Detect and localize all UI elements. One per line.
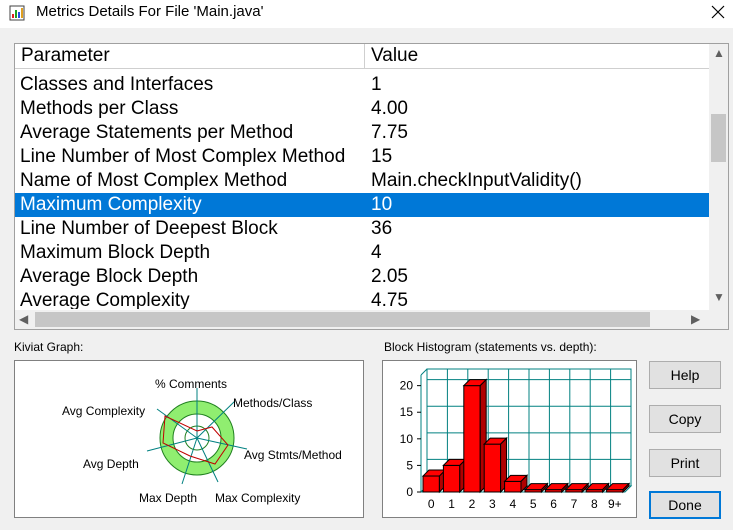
column-header-parameter[interactable]: Parameter [15, 44, 365, 68]
table-row[interactable]: Line Number of Most Complex Method 15 [15, 145, 710, 169]
histogram-y-tick-label: 10 [400, 432, 414, 446]
parameter-cell: Maximum Block Depth [20, 242, 211, 263]
histogram-bar [504, 480, 522, 493]
value-cell: 10 [371, 194, 393, 215]
kiviat-axis-max-complexity: Max Complexity [215, 491, 300, 505]
table-row[interactable]: Classes and Interfaces 1 [15, 73, 710, 97]
horizontal-scroll-thumb[interactable] [35, 312, 650, 327]
histogram-bar [442, 464, 461, 493]
scroll-left-icon[interactable]: ◀ [19, 312, 28, 326]
kiviat-axis-avg-stmts: Avg Stmts/Method [244, 448, 342, 462]
parameter-cell: Average Block Depth [20, 266, 199, 287]
table-row[interactable]: Maximum Complexity 10 [15, 193, 710, 217]
kiviat-axis-methods-per-class: Methods/Class [233, 396, 312, 410]
histogram-x-tick-label: 4 [509, 497, 516, 511]
value-cell: 36 [371, 218, 393, 239]
scroll-corner [709, 310, 728, 329]
print-button[interactable]: Print [649, 449, 721, 477]
histogram-y-tick-label: 20 [400, 379, 414, 393]
value-cell: Main.checkInputValidity() [371, 170, 582, 191]
copy-button[interactable]: Copy [649, 405, 721, 433]
value-cell: 1 [371, 74, 382, 95]
help-button[interactable]: Help [649, 361, 721, 389]
kiviat-graph-label: Kiviat Graph: [14, 340, 84, 354]
title-bar: Metrics Details For File 'Main.java' [0, 0, 733, 28]
histogram-x-tick-label: 3 [489, 497, 496, 511]
value-cell: 15 [371, 146, 393, 167]
histogram-y-tick-label: 15 [400, 405, 414, 419]
histogram-x-tick-label: 7 [571, 497, 578, 511]
histogram-x-tick-label: 1 [448, 497, 455, 511]
table-row[interactable]: Maximum Block Depth 4 [15, 241, 710, 265]
kiviat-axis-avg-complexity: Avg Complexity [62, 404, 145, 418]
parameter-cell: Classes and Interfaces [20, 74, 214, 95]
vertical-scrollbar[interactable]: ▲ ▼ [709, 44, 728, 312]
close-button[interactable] [703, 0, 733, 24]
histogram-x-tick-label: 2 [469, 497, 476, 511]
parameter-cell: Average Statements per Method [20, 122, 294, 143]
close-icon [711, 5, 725, 19]
app-icon [9, 5, 25, 21]
table-row[interactable]: Average Statements per Method 7.75 [15, 121, 710, 145]
horizontal-scrollbar[interactable]: ◀ ▶ [15, 310, 710, 329]
kiviat-graph-panel: % Comments Methods/Class Avg Stmts/Metho… [14, 360, 364, 518]
parameter-cell: Average Complexity [20, 290, 190, 309]
column-header-value[interactable]: Value [365, 44, 710, 68]
parameter-cell: Line Number of Deepest Block [20, 218, 278, 239]
value-cell: 4.75 [371, 290, 408, 309]
table-row[interactable]: Methods per Class 4.00 [15, 97, 710, 121]
value-cell: 4.00 [371, 98, 408, 119]
window-title: Metrics Details For File 'Main.java' [36, 3, 264, 20]
table-row[interactable]: Line Number of Deepest Block 36 [15, 217, 710, 241]
kiviat-axis-max-depth: Max Depth [139, 491, 197, 505]
parameter-cell: Name of Most Complex Method [20, 170, 288, 191]
kiviat-axis-avg-depth: Avg Depth [83, 457, 139, 471]
histogram-bar [483, 443, 502, 493]
table-row[interactable]: Name of Most Complex Method Main.checkInp… [15, 169, 710, 193]
value-cell: 2.05 [371, 266, 408, 287]
histogram-bar [422, 475, 440, 493]
table-row[interactable]: Average Complexity 4.75 [15, 289, 710, 309]
block-histogram: 051015200 1 2 3 4 5 6 7 8 9+ [400, 368, 633, 511]
histogram-x-tick-label: 6 [550, 497, 557, 511]
done-button[interactable]: Done [649, 491, 721, 519]
histogram-top-edge [420, 368, 428, 376]
histogram-y-tick-label: 5 [406, 458, 413, 472]
parameter-cell: Methods per Class [20, 98, 179, 119]
histogram-x-tick-label: 9+ [608, 497, 622, 511]
kiviat-axis-comments: % Comments [155, 377, 227, 391]
histogram-bar [463, 385, 481, 493]
vertical-scroll-thumb[interactable] [711, 114, 726, 162]
histogram-panel: 0 5 10 15 20 0 1 2 3 4 5 6 7 8 9+ [382, 360, 637, 518]
scroll-right-icon[interactable]: ▶ [691, 312, 700, 326]
scroll-up-icon[interactable]: ▲ [713, 46, 725, 60]
parameter-cell: Maximum Complexity [20, 194, 202, 215]
histogram-x-tick-label: 8 [591, 497, 598, 511]
histogram-label: Block Histogram (statements vs. depth): [384, 340, 597, 354]
metrics-list[interactable]: Parameter Value Classes and Interfaces 1 M… [14, 43, 729, 330]
value-cell: 7.75 [371, 122, 408, 143]
list-header: Parameter Value [15, 44, 710, 69]
table-row[interactable]: Average Block Depth 2.05 [15, 265, 710, 289]
histogram-y-tick-label: 0 [406, 485, 413, 499]
histogram-x-tick-label: 0 [428, 497, 435, 511]
value-cell: 4 [371, 242, 382, 263]
histogram-x-tick-label: 5 [530, 497, 537, 511]
scroll-down-icon[interactable]: ▼ [713, 290, 725, 304]
list-rows: Classes and Interfaces 1 Methods per Class… [15, 73, 710, 309]
kiviat-graph: % Comments Methods/Class Avg Stmts/Metho… [62, 377, 342, 505]
parameter-cell: Line Number of Most Complex Method [20, 146, 346, 167]
